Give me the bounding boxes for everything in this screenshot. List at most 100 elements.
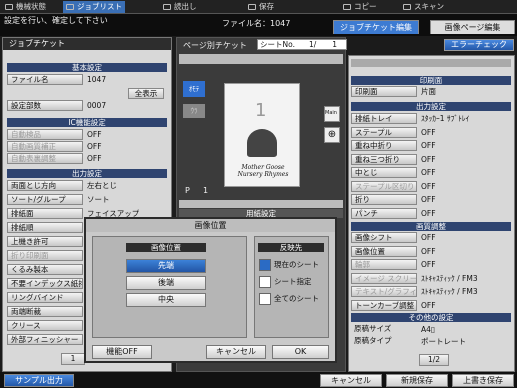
setting-value: OFF (87, 142, 102, 151)
sheet-number-field[interactable]: シートNo. 1/1 (257, 39, 347, 50)
setting-button[interactable]: 排紙順 (7, 222, 83, 233)
setting-button[interactable]: 原稿サイズ (351, 324, 417, 335)
setting-value: OFF (421, 195, 436, 204)
status-message: 設定を行い、確定して下さい (4, 16, 108, 25)
setting-value: OFF (421, 208, 436, 218)
info-bar: 設定を行い、確定して下さい ファイル名：1047 ジョブチケット編集 画像ページ… (0, 14, 517, 36)
tab-job-list[interactable]: ジョブリスト (63, 1, 125, 13)
new-save-button[interactable]: 新規保存 (386, 374, 448, 387)
page-ticket-title: ページ別チケット (183, 41, 247, 50)
setting-button[interactable]: 自動検品 (7, 129, 83, 140)
setting-button[interactable]: 折り (351, 194, 417, 205)
setting-button[interactable]: 重ね中折り (351, 140, 417, 151)
setting-button[interactable]: クリース (7, 320, 83, 331)
setting-button[interactable]: 排紙トレイ (351, 113, 417, 124)
print-side-button[interactable]: 印刷面 (351, 86, 417, 97)
save-icon (248, 4, 256, 10)
show-all-button[interactable]: 全表示 (128, 88, 164, 99)
page-scrollbar[interactable] (179, 54, 343, 64)
setting-value: OFF (421, 233, 436, 242)
sample-output-button[interactable]: サンプル出力 (4, 374, 74, 387)
position-back-button[interactable]: 後端 (126, 276, 206, 290)
setting-button[interactable]: 自動表裏調整 (7, 153, 83, 164)
position-top-button[interactable]: 先端 (126, 259, 206, 273)
cancel-button[interactable]: キャンセル (320, 374, 382, 387)
setting-button[interactable]: トーンカーブ調整 (351, 299, 417, 311)
section-image-quality: 画質調整 (351, 222, 511, 231)
section-right-output: 出力設定 (351, 102, 511, 111)
sheet-specify-checkbox[interactable] (259, 276, 271, 288)
setting-value: OFF (87, 130, 102, 139)
setting-button[interactable]: パンチ (351, 207, 417, 219)
setting-button[interactable]: 両端断裁 (7, 306, 83, 317)
error-check-button[interactable]: エラーチェック (444, 39, 514, 51)
section-ic: IC機能設定 (7, 118, 167, 127)
tab-save[interactable]: 保存 (245, 1, 300, 13)
dialog-title: 画像位置 (86, 219, 335, 232)
setting-button[interactable]: テキスト/グラフィック スクリーン (351, 286, 417, 297)
setting-button[interactable]: 重ね三つ折り (351, 153, 417, 165)
setting-value: 左右とじ (87, 181, 117, 190)
setting-button[interactable]: 両面とじ方向 (7, 180, 83, 191)
preview-book-title: Mother Goose Nursery Rhymes (237, 164, 289, 178)
left-page-indicator[interactable]: 1 (61, 353, 85, 365)
setting-button[interactable]: 折り印刷面 (7, 250, 83, 261)
zoom-main-icon[interactable]: Main (324, 106, 340, 122)
tab-machine-status[interactable]: 機械状態 (2, 1, 62, 13)
setting-value: OFF (421, 300, 436, 310)
zoom-in-icon[interactable]: ⊕ (324, 127, 340, 143)
setting-button[interactable]: 不要インデックス紙排紙 (7, 278, 83, 289)
setting-button[interactable]: 画像シフト (351, 232, 417, 243)
setting-button[interactable]: ソート/グループ (7, 194, 83, 205)
all-sheets-checkbox[interactable] (259, 293, 271, 305)
tab-image-page-edit[interactable]: 画像ページ編集 (430, 20, 515, 34)
setting-button[interactable]: 画像位置 (351, 245, 417, 257)
tab-job-ticket-edit[interactable]: ジョブチケット編集 (333, 20, 419, 34)
setting-button[interactable]: 原稿タイプ (351, 336, 417, 347)
setting-button[interactable]: 自動画質補正 (7, 141, 83, 152)
apply-group-title: 反映先 (258, 243, 324, 252)
setting-button[interactable]: 中とじ (351, 167, 417, 178)
setting-value: A4▯ (421, 325, 436, 334)
function-off-button[interactable]: 機能OFF (92, 345, 152, 359)
current-sheet-checkbox[interactable] (259, 259, 271, 271)
file-name-label: ファイル名：1047 (222, 19, 291, 28)
overwrite-save-button[interactable]: 上書き保存 (452, 374, 514, 387)
setting-button[interactable]: ステープル (351, 126, 417, 138)
preview-page-number-label: 1 (203, 186, 209, 195)
position-center-button[interactable]: 中央 (126, 293, 206, 307)
copies-button[interactable]: 設定部数 (7, 100, 83, 111)
right-scrollbar[interactable] (351, 59, 511, 67)
back-thumb-button[interactable]: ｳﾗ (183, 104, 205, 118)
page-preview: 1 Mother Goose Nursery Rhymes (224, 83, 300, 187)
dialog-cancel-button[interactable]: キャンセル (206, 345, 266, 359)
setting-value: OFF (421, 127, 436, 137)
setting-button[interactable]: イメージ スクリーン (351, 272, 417, 284)
right-page-indicator[interactable]: 1/2 (419, 354, 449, 366)
setting-button[interactable]: 排紙面 (7, 208, 83, 219)
setting-value: OFF (87, 154, 102, 163)
setting-button[interactable]: リングバインド (7, 292, 83, 303)
right-settings-panel: 印刷面 印刷面 片面 出力設定 排紙トレイ ｽﾀｯｶｰ1 ｻﾌﾞﾄﾚｲ ステープル O… (348, 55, 515, 372)
section-basic: 基本設定 (7, 63, 167, 72)
tab-copy[interactable]: コピー (340, 1, 395, 13)
setting-button[interactable]: くるみ製本 (7, 264, 83, 275)
tab-scan[interactable]: スキャン (400, 1, 460, 13)
setting-value: ｽﾀｯｶｰ1 ｻﾌﾞﾄﾚｲ (421, 114, 470, 123)
copies-value: 0007 (87, 101, 107, 110)
filename-button[interactable]: ファイル名 (7, 74, 83, 85)
machine-icon (5, 4, 13, 10)
preview-scrollbar[interactable] (179, 200, 343, 208)
bottom-bar: サンプル出力 キャンセル 新規保存 上書き保存 (0, 372, 517, 388)
dialog-ok-button[interactable]: OK (272, 345, 329, 359)
current-sheet-label: 現在のシート (274, 260, 319, 269)
print-side-value: 片面 (421, 87, 436, 96)
front-thumb-button[interactable]: ｵﾓﾃ (183, 81, 205, 97)
setting-button[interactable]: 上機き許可 (7, 236, 83, 247)
setting-button[interactable]: 外部フィニッシャー (7, 334, 83, 345)
setting-button[interactable]: ステープル区切り (351, 180, 417, 192)
panel-title: ジョブチケット (3, 38, 171, 50)
setting-button[interactable]: 輪郭 (351, 259, 417, 270)
tab-recall[interactable]: 読出し (160, 1, 220, 13)
preview-page-number: 1 (255, 100, 267, 121)
